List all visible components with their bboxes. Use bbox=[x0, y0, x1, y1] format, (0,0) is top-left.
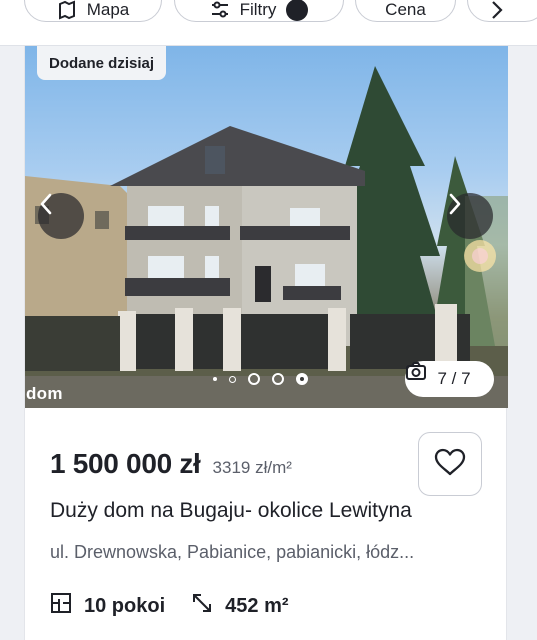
photo-counter[interactable]: 7 / 7 bbox=[405, 361, 494, 397]
new-today-badge: Dodane dzisiaj bbox=[37, 46, 167, 80]
more-filters-button[interactable] bbox=[467, 0, 537, 22]
filters-label: Filtry bbox=[239, 0, 277, 19]
area-value: 452 m² bbox=[225, 594, 289, 617]
price-row: 1 500 000 zł 3319 zł/m² bbox=[50, 448, 292, 480]
favorite-button[interactable] bbox=[418, 432, 482, 496]
rooms-count: 10 pokoi bbox=[84, 594, 166, 617]
map-icon bbox=[57, 0, 77, 20]
carousel-dot[interactable] bbox=[272, 373, 284, 385]
price-label: Cena bbox=[385, 0, 426, 19]
filters-count-badge bbox=[286, 0, 309, 21]
listing-title[interactable]: Duży dom na Bugaju- okolice Lewityna bbox=[50, 499, 412, 523]
price-per-m2: 3319 zł/m² bbox=[212, 458, 292, 477]
listing-features: 10 pokoi 452 m² bbox=[50, 592, 289, 620]
carousel-dot[interactable] bbox=[229, 375, 236, 383]
area-feature: 452 m² bbox=[191, 592, 289, 620]
heart-icon bbox=[433, 447, 467, 482]
rooms-feature: 10 pokoi bbox=[50, 592, 165, 620]
listing-card[interactable]: Dodane dzisiaj 7 / 7 dom 1 500 000 zł 33… bbox=[24, 46, 508, 640]
listing-address: ul. Drewnowska, Pabianice, pabianicki, ł… bbox=[50, 542, 415, 562]
photo-counter-text: 7 / 7 bbox=[437, 369, 471, 388]
watermark-logo: dom bbox=[26, 384, 63, 403]
carousel-dot[interactable] bbox=[248, 373, 260, 385]
resize-arrows-icon bbox=[191, 592, 213, 620]
listing-photo[interactable]: Dodane dzisiaj 7 / 7 dom bbox=[25, 46, 508, 408]
carousel-dot[interactable] bbox=[213, 377, 217, 381]
map-button[interactable]: Mapa bbox=[24, 0, 162, 22]
chevron-right-icon bbox=[490, 0, 504, 20]
map-label: Mapa bbox=[86, 0, 130, 19]
filters-button[interactable]: Filtry bbox=[174, 0, 344, 22]
filter-bar: Mapa Filtry Cena bbox=[0, 0, 537, 46]
filters-icon bbox=[210, 0, 230, 20]
listing-price: 1 500 000 zł bbox=[50, 448, 201, 479]
floorplan-icon bbox=[50, 592, 72, 620]
next-photo-button[interactable] bbox=[447, 193, 493, 239]
price-button[interactable]: Cena bbox=[355, 0, 456, 22]
previous-photo-button[interactable] bbox=[38, 193, 84, 239]
carousel-dots bbox=[213, 372, 308, 386]
carousel-dot-active[interactable] bbox=[296, 373, 308, 385]
